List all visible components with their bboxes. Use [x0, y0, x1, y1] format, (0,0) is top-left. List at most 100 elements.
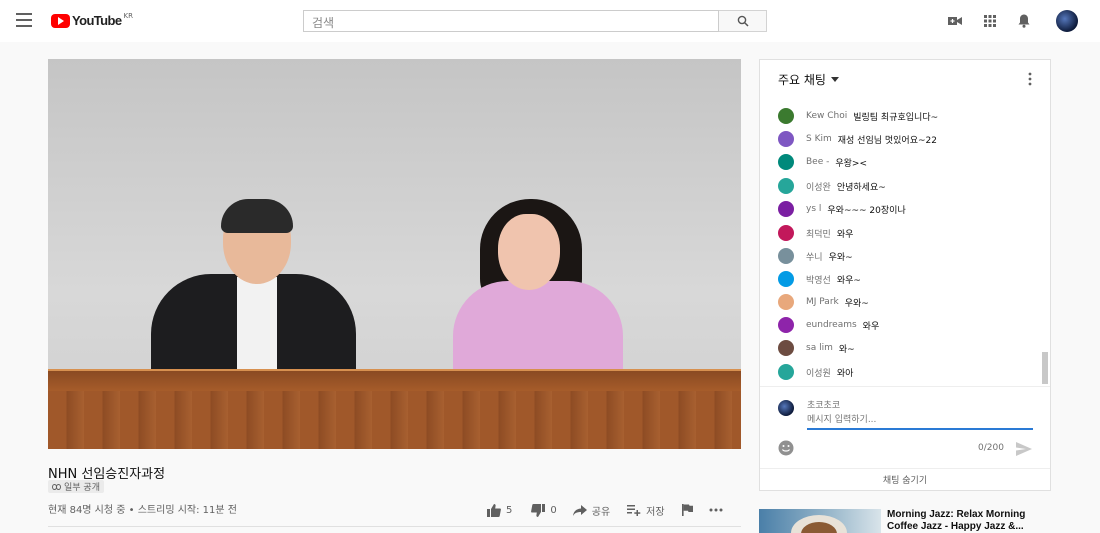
dislike-button[interactable]: 0 — [531, 503, 557, 517]
video-desk-front — [48, 391, 741, 449]
apps-grid-icon[interactable] — [982, 13, 998, 29]
visibility-label: 일부 공개 — [64, 483, 100, 493]
send-icon — [1016, 442, 1032, 456]
chat-title: 주요 채팅 — [778, 73, 826, 87]
thumbs-up-icon — [487, 503, 501, 517]
self-name: 초코초코 — [807, 401, 841, 411]
chat-author[interactable]: eundreams — [806, 320, 857, 330]
chat-message: 이성완 안녕하세요~ — [778, 177, 886, 195]
youtube-play-icon — [51, 13, 70, 28]
video-player[interactable] — [48, 59, 741, 449]
chat-avatar — [778, 178, 794, 194]
visibility-badge: 일부 공개 — [48, 480, 104, 493]
live-chat-panel: 주요 채팅 Kew Choi 빌링팀 최규호입니다~ S Kim 재성 선임님 … — [759, 59, 1051, 491]
chat-text: 우와~~~ 20장이나 — [827, 205, 906, 216]
recommended-video-title[interactable]: Morning Jazz: Relax Morning Coffee Jazz … — [887, 509, 1057, 533]
search-input[interactable]: 검색 — [303, 10, 719, 32]
chat-author[interactable]: Kew Choi — [806, 111, 847, 121]
hide-chat-button[interactable]: 채팅 숨기기 — [760, 468, 1050, 490]
chat-avatar — [778, 154, 794, 170]
chat-author[interactable]: 박영선 — [806, 273, 831, 286]
chat-avatar — [778, 248, 794, 264]
send-button[interactable] — [1016, 441, 1032, 456]
chat-author[interactable]: 쑤니 — [806, 250, 823, 263]
chat-message: S Kim 재성 선임님 멋있어요~22 — [778, 130, 937, 148]
chat-avatar — [778, 225, 794, 241]
chat-text: 와~ — [838, 344, 855, 355]
chat-message-list[interactable]: Kew Choi 빌링팀 최규호입니다~ S Kim 재성 선임님 멋있어요~2… — [760, 96, 1050, 386]
share-button[interactable]: 공유 — [572, 503, 611, 518]
chat-message: Bee - 우왕>< — [778, 153, 867, 171]
video-desk-top — [48, 369, 741, 391]
chat-message: 이성원 와아 — [778, 363, 853, 381]
chat-message: eundreams 와우 — [778, 316, 879, 334]
chat-scrollbar[interactable] — [1042, 352, 1048, 384]
thumbnail-cup-image — [791, 515, 847, 533]
video-person-right — [453, 281, 623, 373]
chat-text: 안녕하세요~ — [836, 182, 886, 193]
save-button[interactable]: 저장 — [627, 503, 665, 518]
video-actions: 5 0 공유 저장 — [487, 502, 723, 518]
chat-author[interactable]: 최덕민 — [806, 227, 831, 240]
chat-author[interactable]: MJ Park — [806, 297, 839, 307]
chat-text: 우와~ — [844, 298, 869, 309]
chat-avatar — [778, 294, 794, 310]
chat-author[interactable]: Bee - — [806, 157, 829, 167]
recommended-video-thumbnail[interactable] — [759, 509, 881, 533]
chat-message: sa lim 와~ — [778, 339, 855, 357]
more-actions-button[interactable] — [709, 508, 723, 512]
chat-author[interactable]: S Kim — [806, 134, 832, 144]
emoji-button[interactable] — [778, 440, 794, 456]
share-icon — [572, 504, 587, 516]
chat-message-input[interactable] — [807, 413, 1033, 430]
chat-author[interactable]: 이성원 — [806, 366, 831, 379]
chat-avatar — [778, 317, 794, 333]
chat-avatar — [778, 271, 794, 287]
more-horizontal-icon — [709, 508, 723, 512]
notifications-bell-icon[interactable] — [1016, 13, 1032, 29]
chat-header: 주요 채팅 — [760, 60, 1050, 96]
create-video-icon[interactable] — [947, 13, 963, 29]
chat-avatar — [778, 201, 794, 217]
char-count: 0/200 — [978, 443, 1004, 453]
chat-more-button[interactable] — [1026, 71, 1034, 86]
chat-message: 쑤니 우와~ — [778, 247, 853, 265]
chat-text: 와우 — [862, 321, 880, 332]
youtube-logo[interactable]: YouTube KR — [51, 11, 133, 28]
chat-text: 재성 선임님 멋있어요~22 — [837, 135, 937, 146]
chat-author[interactable]: ys l — [806, 204, 821, 214]
like-button[interactable]: 5 — [487, 503, 513, 517]
logo-region: KR — [123, 11, 133, 20]
more-vertical-icon — [1028, 72, 1032, 86]
share-label: 공유 — [591, 506, 611, 518]
chat-message: ys l 우와~~~ 20장이나 — [778, 200, 906, 218]
search-icon — [737, 15, 749, 27]
chat-text: 우와~ — [828, 252, 853, 263]
link-icon — [52, 483, 61, 490]
video-meta: 현재 84명 시청 중 • 스트리밍 시작: 11분 전 — [48, 505, 237, 516]
chat-avatar — [778, 108, 794, 124]
divider — [48, 526, 741, 527]
chat-text: 와우~ — [836, 275, 861, 286]
chat-message: MJ Park 우와~ — [778, 293, 869, 311]
search-button[interactable] — [719, 10, 767, 32]
dislike-count: 0 — [550, 504, 557, 516]
chat-author[interactable]: sa lim — [806, 343, 833, 353]
chat-message: 박영선 와우~ — [778, 270, 861, 288]
report-button[interactable] — [681, 504, 693, 516]
chat-avatar — [778, 340, 794, 356]
top-header: YouTube KR 검색 — [0, 0, 1100, 42]
like-count: 5 — [506, 504, 513, 516]
self-avatar — [778, 400, 794, 416]
emoji-icon — [778, 440, 794, 456]
caret-down-icon — [830, 77, 839, 82]
chat-text: 빌링팀 최규호입니다~ — [853, 112, 939, 123]
account-avatar[interactable] — [1056, 10, 1078, 32]
chat-author[interactable]: 이성완 — [806, 180, 831, 193]
video-person-right-head — [498, 214, 560, 290]
menu-icon[interactable] — [16, 13, 32, 27]
video-person-left-hair — [221, 199, 293, 233]
chat-avatar — [778, 131, 794, 147]
logo-text: YouTube — [72, 13, 122, 28]
chat-mode-dropdown[interactable]: 주요 채팅 — [778, 71, 839, 88]
